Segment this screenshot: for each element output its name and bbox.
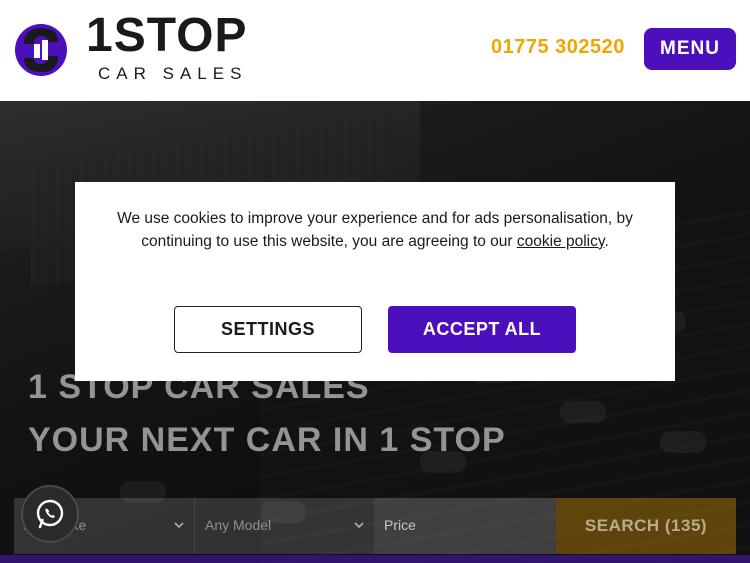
- cookie-message-end: .: [604, 232, 609, 250]
- bottom-accent-strip: [0, 555, 750, 563]
- logo-tagline: CAR SALES: [98, 64, 248, 83]
- 1stop-logo-icon: [15, 24, 67, 76]
- logo-wordmark: 1STOP: [86, 9, 248, 62]
- price-select[interactable]: Price: [374, 498, 556, 554]
- chevron-down-icon: [174, 522, 184, 529]
- model-select[interactable]: Any Model: [194, 498, 374, 554]
- whatsapp-icon: [36, 499, 64, 529]
- logo[interactable]: 1STOP CAR SALES: [14, 9, 264, 88]
- cookie-settings-button[interactable]: SETTINGS: [174, 306, 362, 353]
- hero-subtitle: YOUR NEXT CAR IN 1 STOP: [28, 421, 506, 459]
- vehicle-search-bar: Any Make Any Model Price SEARCH (135): [14, 498, 736, 554]
- chevron-down-icon: [354, 522, 364, 529]
- price-select-label: Price: [384, 517, 416, 533]
- search-button[interactable]: SEARCH (135): [556, 498, 736, 554]
- phone-number-link[interactable]: 01775 302520: [491, 36, 625, 59]
- menu-button[interactable]: MENU: [644, 28, 736, 70]
- cookie-message: We use cookies to improve your experienc…: [115, 208, 635, 253]
- accept-all-button[interactable]: ACCEPT ALL: [388, 306, 576, 353]
- cookie-policy-link[interactable]: cookie policy: [517, 233, 605, 250]
- model-select-label: Any Model: [205, 517, 272, 533]
- whatsapp-button[interactable]: [21, 485, 79, 543]
- site-header: 1STOP CAR SALES 01775 302520 MENU: [0, 0, 750, 101]
- cookie-consent-dialog: We use cookies to improve your experienc…: [75, 182, 675, 381]
